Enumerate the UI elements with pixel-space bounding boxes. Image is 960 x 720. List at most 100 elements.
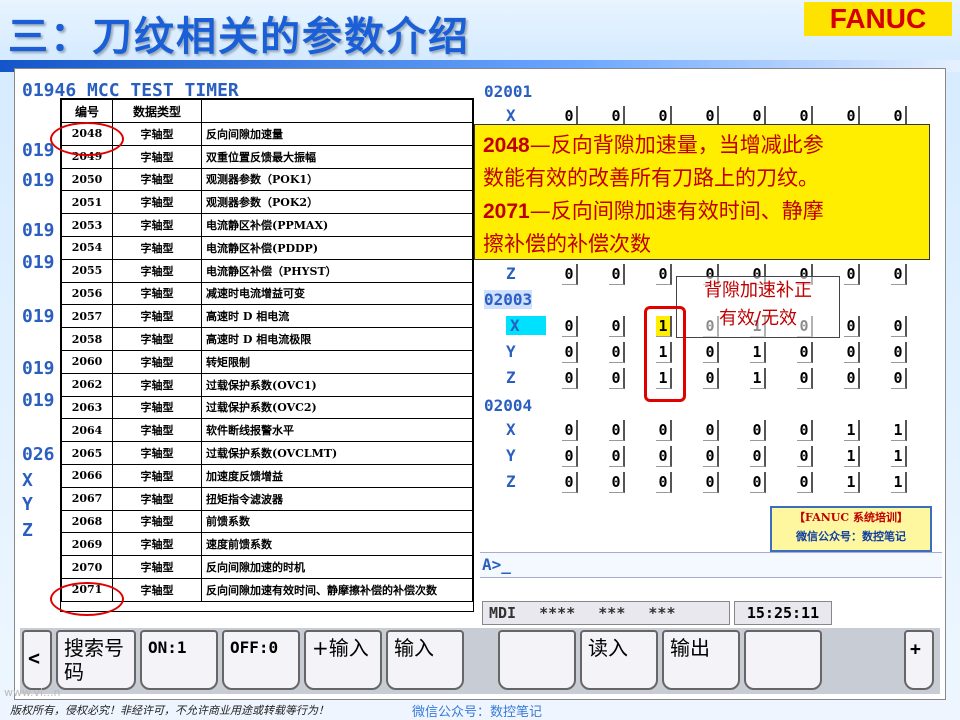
param-bit-value[interactable]: 0 xyxy=(609,420,625,441)
param-number: 2068 xyxy=(61,509,113,534)
param-description: 高速时 D 相电流 xyxy=(201,304,473,329)
param-bit-value[interactable]: 0 xyxy=(750,472,766,493)
note-line-1: 2048—反向背隙加速量，当增减此参 xyxy=(483,133,824,157)
param-bit-value[interactable]: 1 xyxy=(891,472,907,493)
softkey-blank-2[interactable] xyxy=(744,630,822,690)
param-number: 2058 xyxy=(61,327,113,351)
param-bit-value[interactable]: 1 xyxy=(891,446,907,467)
param-type: 字轴型 xyxy=(112,395,202,420)
param-bit-value[interactable]: 0 xyxy=(703,420,719,441)
bg-row-text: 019 xyxy=(22,252,55,273)
param-bit-value[interactable]: 0 xyxy=(562,316,578,337)
axis-label: Z xyxy=(506,472,516,491)
training-badge-title: 【FANUC 系统培训】 xyxy=(794,511,908,524)
param-description: 电流静区补偿(PPMAX) xyxy=(201,213,473,237)
softkey-plus-input[interactable]: +输入 xyxy=(304,630,382,690)
table-row: 2067 字轴型 扭矩指令滤波器 xyxy=(61,486,473,511)
param-bit-value[interactable]: 0 xyxy=(609,368,625,389)
param-description: 过载保护系数(OVC1) xyxy=(201,372,473,397)
param-bit-value[interactable]: 0 xyxy=(609,342,625,363)
param-type: 字轴型 xyxy=(112,577,202,602)
param-bit-value[interactable]: 0 xyxy=(656,446,672,467)
param-bit-value[interactable]: 0 xyxy=(562,264,578,285)
param-bit-value[interactable]: 0 xyxy=(750,446,766,467)
param-bit-value[interactable]: 0 xyxy=(703,342,719,363)
param-bit-value[interactable]: 0 xyxy=(703,472,719,493)
param-bit-value[interactable]: 0 xyxy=(750,420,766,441)
param-bit-value[interactable]: 0 xyxy=(562,368,578,389)
param-bit-value[interactable]: 0 xyxy=(844,342,860,363)
softkey-off-0[interactable]: OFF:0 xyxy=(222,630,300,690)
param-bit-value[interactable]: 0 xyxy=(703,368,719,389)
axis-label: Y xyxy=(506,446,516,465)
softkey-prev[interactable]: < xyxy=(22,630,52,690)
param-bit-value[interactable]: 0 xyxy=(562,420,578,441)
param-bit-value[interactable]: 1 xyxy=(891,420,907,441)
param-description: 过载保护系数(OVCLMT) xyxy=(201,441,473,465)
softkey-search-number[interactable]: 搜索号码 xyxy=(56,630,136,690)
table-row: 2064 字轴型 软件断线报警水平 xyxy=(61,418,473,443)
param-bit-value[interactable]: 1 xyxy=(844,420,860,441)
param-bit-value[interactable]: 1 xyxy=(750,368,766,389)
param-description: 双重位置反馈最大振幅 xyxy=(201,144,473,169)
param-type: 字轴型 xyxy=(112,372,202,397)
param-number: 2063 xyxy=(61,395,113,420)
note-line-2: 数能有效的改善所有刀路上的刀纹。 xyxy=(483,166,819,190)
param-bit-value[interactable]: 0 xyxy=(797,446,813,467)
param-bit-value[interactable]: 1 xyxy=(844,472,860,493)
param-bit-value[interactable]: 0 xyxy=(562,446,578,467)
param-type: 字轴型 xyxy=(112,532,202,557)
param-type: 字轴型 xyxy=(112,235,202,260)
param-description: 高速时 D 相电流极限 xyxy=(201,327,473,351)
note-line-3: 2071—反向间隙加速有效时间、静摩 xyxy=(483,199,824,223)
param-bit-value[interactable]: 0 xyxy=(891,342,907,363)
param-description: 转矩限制 xyxy=(201,349,473,374)
softkey-on-1[interactable]: ON:1 xyxy=(140,630,218,690)
param-number: 2065 xyxy=(61,441,113,465)
softkey-output[interactable]: 输出 xyxy=(662,630,740,690)
param-bit-value[interactable]: 0 xyxy=(797,368,813,389)
footer-watermark: www.vl...n xyxy=(4,686,61,699)
param-bit-value[interactable]: 0 xyxy=(703,446,719,467)
softkey-blank-1[interactable] xyxy=(498,630,576,690)
softkey-input[interactable]: 输入 xyxy=(386,630,464,690)
param-description: 反向间隙加速量 xyxy=(201,122,473,146)
param-bit-value[interactable]: 0 xyxy=(891,264,907,285)
param-number: 2060 xyxy=(61,349,113,374)
explanation-note: 2048—反向背隙加速量，当增减此参 数能有效的改善所有刀路上的刀纹。 2071… xyxy=(474,124,930,260)
param-description: 观测器参数（POK1） xyxy=(201,167,473,192)
param-bit-value[interactable]: 0 xyxy=(562,472,578,493)
param-bit-value[interactable]: 0 xyxy=(656,264,672,285)
param-bit-value[interactable]: 0 xyxy=(656,472,672,493)
param-bit-value[interactable]: 0 xyxy=(844,264,860,285)
param-bit-value[interactable]: 0 xyxy=(797,420,813,441)
mode-label: MDI xyxy=(489,604,517,622)
param-type: 字轴型 xyxy=(112,327,202,351)
param-bit-value[interactable]: 1 xyxy=(750,342,766,363)
param-bit-value[interactable]: 0 xyxy=(656,420,672,441)
param-bit-value[interactable]: 0 xyxy=(797,342,813,363)
fanuc-logo: FANUC xyxy=(804,2,952,36)
param-type: 字轴型 xyxy=(112,213,202,237)
param-number: 2053 xyxy=(61,213,113,237)
bg-row-text: 019 xyxy=(22,390,55,411)
command-input-line[interactable]: A>_ xyxy=(480,552,942,578)
param-bit-value[interactable]: 0 xyxy=(609,264,625,285)
param-bit-value[interactable]: 0 xyxy=(891,368,907,389)
param-description: 减速时电流增益可变 xyxy=(201,281,473,306)
param-bit-value[interactable]: 0 xyxy=(562,342,578,363)
param-bit-value[interactable]: 0 xyxy=(797,472,813,493)
param-bit-value[interactable]: 0 xyxy=(609,446,625,467)
bg-row-text: 019 xyxy=(22,140,55,161)
param-bit-value[interactable]: 0 xyxy=(844,316,860,337)
param-bit-value[interactable]: 0 xyxy=(891,316,907,337)
param-bit-value[interactable]: 0 xyxy=(844,368,860,389)
bg-row-text: 019 xyxy=(22,306,55,327)
note-line-4: 擦补偿的补偿次数 xyxy=(483,232,651,256)
param-bit-value[interactable]: 1 xyxy=(844,446,860,467)
softkey-read[interactable]: 读入 xyxy=(580,630,658,690)
param-description: 电流静区补偿(PDDP) xyxy=(201,235,473,260)
param-bit-value[interactable]: 0 xyxy=(609,472,625,493)
param-bit-value[interactable]: 0 xyxy=(609,316,625,337)
softkey-next[interactable]: + xyxy=(904,630,934,690)
